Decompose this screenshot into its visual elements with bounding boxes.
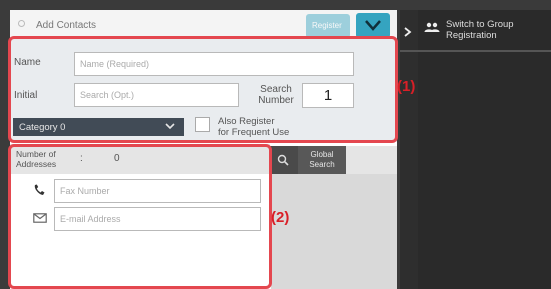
empty-region [271,174,397,289]
title-dot-icon [18,20,25,27]
callout-label-2: (2) [271,209,290,226]
chevron-down-icon [365,20,381,31]
callout-label-1: (1) [397,78,416,95]
switch-group-button[interactable]: Switch to Group Registration [446,19,514,41]
collapse-button[interactable] [356,13,390,38]
dialog-title: Add Contacts [36,20,97,31]
magnifier-button[interactable] [270,146,298,174]
global-search-line1: Global [310,150,334,159]
callout-box-1 [8,36,398,143]
address-toolbar-fill [346,146,397,174]
arrow-right-icon[interactable] [404,27,412,37]
global-search-button[interactable]: Global Search [298,146,346,174]
group-icon [424,22,440,32]
global-search-line2: Search [309,160,335,169]
switch-line2: Registration [446,30,497,41]
switch-line1: Switch to Group [446,19,514,30]
magnifier-icon [277,154,289,166]
register-button[interactable]: Register [306,14,350,38]
register-label: Register [312,21,342,30]
right-panel-divider [400,50,551,52]
callout-box-2 [8,144,272,289]
